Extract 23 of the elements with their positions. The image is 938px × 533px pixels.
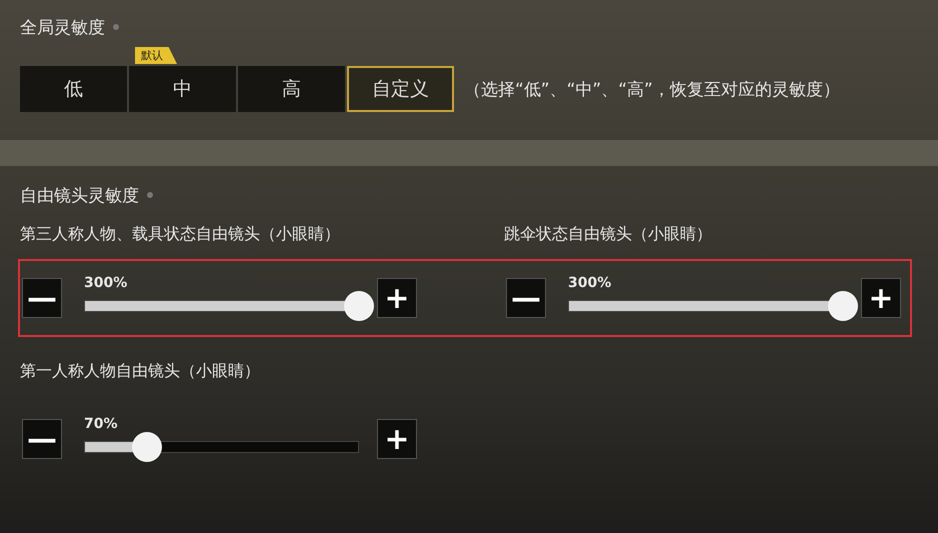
preset-hint: （选择“低”、“中”、“高”，恢复至对应的灵敏度） (464, 78, 840, 100)
slider-label: 跳伞状态自由镜头（小眼睛） (504, 224, 713, 245)
plus-button[interactable]: + (377, 278, 417, 318)
minus-button[interactable]: — (506, 278, 546, 318)
slider-value: 300% (84, 275, 128, 291)
plus-button[interactable]: + (377, 419, 417, 459)
section-title: 自由镜头灵敏度 (20, 184, 139, 206)
minus-button[interactable]: — (22, 278, 62, 318)
section-title: 全局灵敏度 (20, 16, 105, 38)
slider-label: 第三人称人物、载具状态自由镜头（小眼睛） (20, 224, 341, 245)
preset-button[interactable]: 中 (129, 66, 236, 112)
slider-thumb[interactable] (132, 432, 162, 462)
preset-button[interactable]: 自定义 (347, 66, 454, 112)
preset-button[interactable]: 低 (20, 66, 127, 112)
slider-thumb[interactable] (828, 291, 858, 321)
slider-thumb[interactable] (344, 291, 374, 321)
slider-value: 300% (568, 275, 612, 291)
plus-button[interactable]: + (861, 278, 901, 318)
slider-value: 70% (84, 416, 118, 432)
slider-label: 第一人称人物自由镜头（小眼睛） (20, 361, 261, 382)
minus-button[interactable]: — (22, 419, 62, 459)
default-badge: 默认 (135, 47, 177, 64)
preset-button[interactable]: 高 (238, 66, 345, 112)
